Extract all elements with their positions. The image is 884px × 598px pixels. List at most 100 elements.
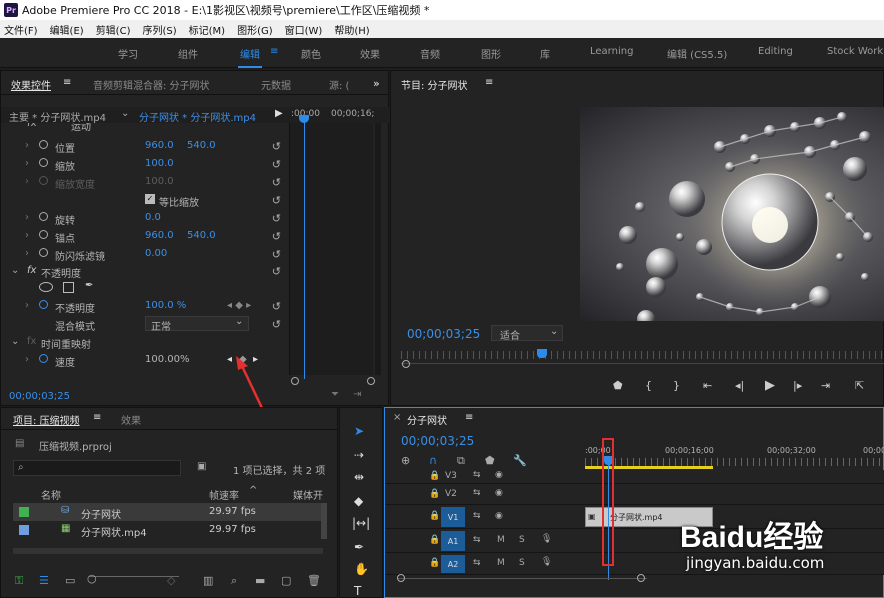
program-ruler[interactable] — [401, 351, 884, 359]
tab-project[interactable]: 项目: 压缩视频 — [13, 412, 80, 427]
workspace-learn[interactable]: 学习 — [118, 46, 138, 61]
reset-icon[interactable]: ↺ — [272, 140, 281, 153]
program-playhead[interactable] — [537, 349, 547, 358]
track-target-a1[interactable]: A1 — [441, 531, 465, 551]
play-icon[interactable]: ▶ — [765, 378, 775, 393]
expand-chevron-icon[interactable]: › — [25, 212, 29, 223]
fit-dropdown[interactable]: 适合 ⌄ — [491, 325, 563, 342]
zoom-slider-handle[interactable]: ○ — [87, 572, 97, 585]
expand-chevron-icon[interactable]: › — [25, 300, 29, 311]
video-frame[interactable] — [580, 107, 884, 321]
microphone-icon[interactable]: 🎙 — [541, 557, 552, 567]
column-name[interactable]: 名称 — [41, 487, 61, 502]
ec-timecode[interactable]: 00;00;03;25 — [9, 391, 70, 402]
timeline-zoom-handle-left[interactable] — [397, 574, 405, 582]
list-item[interactable]: ▦ 分子网状.mp4 29.97 fps — [13, 521, 321, 539]
label-color-swatch[interactable] — [19, 525, 29, 535]
expand-chevron-icon[interactable]: › — [25, 354, 29, 365]
sequence-clip-label[interactable]: 分子网状 * 分子网状.mp4 — [139, 109, 256, 124]
reset-icon[interactable]: ↺ — [272, 194, 281, 207]
workspace-color[interactable]: 颜色 — [301, 46, 321, 61]
sync-lock-icon[interactable]: ⇆ — [473, 488, 481, 498]
workspace-libraries[interactable]: 库 — [540, 46, 550, 61]
column-framerate[interactable]: 帧速率 — [209, 487, 239, 502]
step-forward-icon[interactable]: |▸ — [793, 379, 802, 392]
reset-icon[interactable]: ↺ — [272, 248, 281, 261]
track-target-v1[interactable]: V1 — [441, 507, 465, 527]
trash-icon[interactable]: 🗑 — [307, 574, 321, 587]
close-tab-icon[interactable]: × — [393, 412, 401, 423]
timeline-scrollbar[interactable] — [397, 578, 647, 579]
keyframe-area[interactable] — [289, 123, 373, 375]
stopwatch-icon[interactable] — [39, 212, 48, 224]
eye-icon[interactable]: ◉ — [495, 470, 503, 480]
more-tabs-icon[interactable]: » — [373, 77, 380, 90]
expand-chevron-icon[interactable]: › — [25, 140, 29, 151]
sort-ascending-icon[interactable]: ^ — [249, 485, 257, 496]
mute-button[interactable]: M — [497, 558, 505, 568]
reset-icon[interactable]: ↺ — [272, 212, 281, 225]
program-timecode[interactable]: 00;00;03;25 — [407, 327, 480, 341]
param-value-y[interactable]: 540.0 — [187, 140, 216, 151]
panel-menu-icon[interactable]: ≡ — [93, 412, 101, 423]
expand-chevron-icon[interactable]: › — [25, 230, 29, 241]
track-select-tool-icon[interactable]: ⇢ — [354, 448, 364, 462]
menu-edit[interactable]: 编辑(E) — [50, 22, 84, 37]
column-media-start[interactable]: 媒体开 — [293, 487, 323, 502]
workspace-effects[interactable]: 效果 — [360, 46, 380, 61]
microphone-icon[interactable]: 🎙 — [541, 534, 552, 544]
go-to-out-icon[interactable]: ⇥ — [821, 379, 830, 392]
sync-lock-icon[interactable]: ⇆ — [473, 511, 481, 521]
new-bin-icon[interactable]: ▬ — [255, 574, 265, 587]
stopwatch-icon[interactable] — [39, 140, 48, 152]
collapse-chevron-icon[interactable]: ⌄ — [11, 336, 19, 347]
workspace-audio[interactable]: 音频 — [420, 46, 440, 61]
lock-icon[interactable]: 🔒 — [429, 471, 440, 481]
menu-clip[interactable]: 剪辑(C) — [96, 22, 131, 37]
panel-menu-icon[interactable]: ≡ — [465, 412, 473, 423]
clip-dropdown-icon[interactable]: ⌄ — [121, 108, 129, 119]
hand-tool-icon[interactable]: ✋ — [354, 562, 369, 576]
workspace-editing-en[interactable]: Editing — [758, 46, 793, 57]
master-clip-label[interactable]: 主要 * 分子网状.mp4 — [9, 109, 106, 124]
lock-icon[interactable]: 🔒 — [429, 511, 440, 521]
tab-effect-controls[interactable]: 效果控件 — [11, 77, 51, 92]
expand-chevron-icon[interactable]: › — [25, 158, 29, 169]
find-icon[interactable]: ⌕ — [231, 574, 237, 588]
workspace-menu-icon[interactable]: ≡ — [270, 46, 278, 57]
slip-tool-icon[interactable]: |↔| — [352, 516, 370, 530]
reset-icon[interactable]: ↺ — [272, 230, 281, 243]
project-h-scrollbar[interactable] — [13, 548, 323, 554]
lock-icon[interactable]: 🔒 — [429, 489, 440, 499]
nest-icon[interactable]: ⊕ — [401, 454, 410, 467]
tab-timeline-sequence[interactable]: 分子网状 — [407, 412, 447, 427]
reset-icon[interactable]: ↺ — [272, 318, 281, 331]
lock-icon[interactable]: ⚿ — [15, 574, 23, 588]
program-zoom-handle[interactable] — [402, 360, 410, 368]
selection-tool-icon[interactable]: ➤ — [354, 424, 364, 438]
ec-zoom-scrollbar[interactable] — [291, 377, 375, 385]
zoom-handle-right[interactable] — [367, 377, 375, 385]
param-value-x[interactable]: 960.0 — [145, 230, 174, 241]
param-value-x[interactable]: 960.0 — [145, 140, 174, 151]
stopwatch-icon[interactable] — [39, 354, 48, 366]
opacity-section-header[interactable]: ⌄ fx 不透明度 ↺ — [1, 263, 287, 280]
timeline-timecode[interactable]: 00;00;03;25 — [401, 434, 474, 448]
mark-in-icon[interactable]: { — [645, 379, 652, 392]
reset-icon[interactable]: ↺ — [272, 176, 281, 189]
solo-button[interactable]: S — [519, 558, 525, 568]
workspace-stock[interactable]: Stock Work — [827, 46, 883, 57]
sort-icon[interactable]: ◇ — [167, 574, 175, 587]
rectangle-mask-icon[interactable] — [63, 282, 74, 293]
workspace-assembly[interactable]: 组件 — [178, 46, 198, 61]
project-v-scrollbar[interactable] — [321, 503, 327, 539]
menu-marker[interactable]: 标记(M) — [189, 22, 225, 37]
panel-menu-icon[interactable]: ≡ — [63, 77, 71, 88]
tab-audio-mixer[interactable]: 音频剪辑混合器: 分子网状 — [93, 77, 210, 92]
razor-tool-icon[interactable]: ◆ — [354, 494, 363, 508]
list-item[interactable]: ⛁ 分子网状 29.97 fps — [13, 503, 321, 521]
settings-wrench-icon[interactable]: 🔧 — [513, 454, 527, 467]
ellipse-mask-icon[interactable] — [39, 282, 53, 292]
stopwatch-icon[interactable] — [39, 158, 48, 170]
menu-graphics[interactable]: 图形(G) — [237, 22, 273, 37]
